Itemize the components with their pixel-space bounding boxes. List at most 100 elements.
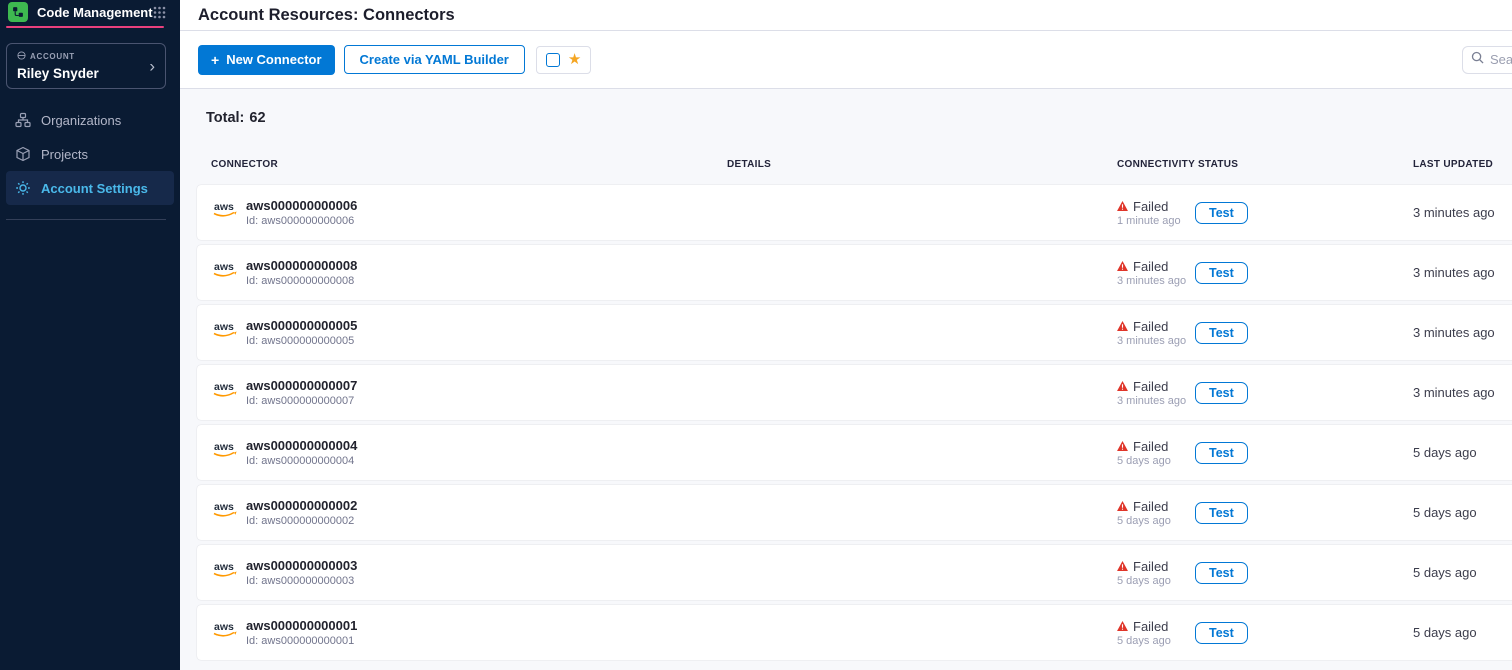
search-box[interactable] <box>1462 46 1512 74</box>
test-button[interactable]: Test <box>1195 622 1248 644</box>
favorites-checkbox[interactable] <box>546 53 560 67</box>
status-label: Failed <box>1133 499 1168 514</box>
status-label: Failed <box>1133 259 1168 274</box>
test-button[interactable]: Test <box>1195 322 1248 344</box>
sidebar-item-projects[interactable]: Projects <box>6 137 174 171</box>
new-connector-button[interactable]: + New Connector <box>198 45 335 75</box>
status-time: 1 minute ago <box>1117 215 1195 227</box>
total-count: Total: 62 <box>206 110 1512 126</box>
column-connector: CONNECTOR <box>197 159 727 170</box>
table-row[interactable]: aws aws000000000007 Id: aws000000000007 … <box>197 365 1512 420</box>
connector-id: Id: aws000000000008 <box>246 275 357 287</box>
account-icon <box>17 51 26 62</box>
connector-id: Id: aws000000000006 <box>246 215 357 227</box>
table-row[interactable]: aws aws000000000008 Id: aws000000000008 … <box>197 245 1512 300</box>
last-updated: 3 minutes ago <box>1413 325 1512 340</box>
test-button[interactable]: Test <box>1195 562 1248 584</box>
test-button[interactable]: Test <box>1195 382 1248 404</box>
search-icon <box>1471 51 1484 69</box>
connector-id: Id: aws000000000005 <box>246 335 357 347</box>
test-button[interactable]: Test <box>1195 442 1248 464</box>
aws-logo-icon: aws <box>211 500 239 525</box>
code-management-logo-icon[interactable] <box>8 2 28 22</box>
toolbar: + New Connector Create via YAML Builder … <box>180 31 1512 89</box>
sidebar-item-label: Organizations <box>41 113 121 128</box>
connector-name: aws000000000001 <box>246 618 357 633</box>
svg-text:aws: aws <box>214 441 234 453</box>
module-accent-line <box>6 26 164 28</box>
svg-text:aws: aws <box>214 501 234 513</box>
sidebar-item-account-settings[interactable]: Account Settings <box>6 171 174 205</box>
sidebar-nav: Organizations Projects Account Settings <box>6 103 174 205</box>
total-value: 62 <box>249 110 265 126</box>
warning-triangle-icon <box>1117 379 1128 394</box>
aws-logo-icon: aws <box>211 320 239 345</box>
svg-text:aws: aws <box>214 621 234 633</box>
warning-triangle-icon <box>1117 319 1128 334</box>
status-label: Failed <box>1133 559 1168 574</box>
status-time: 3 minutes ago <box>1117 275 1195 287</box>
plus-icon: + <box>211 52 219 68</box>
aws-logo-icon: aws <box>211 260 239 285</box>
column-details: DETAILS <box>727 159 1117 170</box>
status-time: 5 days ago <box>1117 455 1195 467</box>
status-time: 3 minutes ago <box>1117 335 1195 347</box>
last-updated: 3 minutes ago <box>1413 265 1512 280</box>
svg-text:aws: aws <box>214 381 234 393</box>
connector-id: Id: aws000000000007 <box>246 395 357 407</box>
last-updated: 5 days ago <box>1413 445 1512 460</box>
last-updated: 5 days ago <box>1413 505 1512 520</box>
table-body: aws aws000000000006 Id: aws000000000006 … <box>197 185 1512 660</box>
table-row[interactable]: aws aws000000000005 Id: aws000000000005 … <box>197 305 1512 360</box>
connector-name: aws000000000006 <box>246 198 357 213</box>
test-button[interactable]: Test <box>1195 202 1248 224</box>
module-switcher-grid-icon[interactable] <box>153 6 166 19</box>
main-content: Account Resources: Connectors + New Conn… <box>180 0 1512 670</box>
warning-triangle-icon <box>1117 439 1128 454</box>
favorites-filter-group[interactable]: ★ <box>536 46 591 74</box>
account-name: Riley Snyder <box>17 66 155 81</box>
column-connectivity-status: CONNECTIVITY STATUS <box>1117 159 1413 170</box>
connector-id: Id: aws000000000002 <box>246 515 357 527</box>
status-label: Failed <box>1133 319 1168 334</box>
status-label: Failed <box>1133 199 1168 214</box>
connectors-list-section: Total: 62 CONNECTOR DETAILS CONNECTIVITY… <box>180 89 1512 660</box>
table-row[interactable]: aws aws000000000003 Id: aws000000000003 … <box>197 545 1512 600</box>
connector-name: aws000000000008 <box>246 258 357 273</box>
page-title: Account Resources: Connectors <box>198 6 455 25</box>
warning-triangle-icon <box>1117 499 1128 514</box>
status-time: 5 days ago <box>1117 635 1195 647</box>
warning-triangle-icon <box>1117 619 1128 634</box>
table-row[interactable]: aws aws000000000004 Id: aws000000000004 … <box>197 425 1512 480</box>
aws-logo-icon: aws <box>211 440 239 465</box>
connector-name: aws000000000007 <box>246 378 357 393</box>
connector-name: aws000000000005 <box>246 318 357 333</box>
connector-id: Id: aws000000000004 <box>246 455 357 467</box>
aws-logo-icon: aws <box>211 560 239 585</box>
account-selector[interactable]: ACCOUNT Riley Snyder › <box>6 43 166 89</box>
svg-text:aws: aws <box>214 261 234 273</box>
column-last-updated: LAST UPDATED <box>1413 159 1512 170</box>
status-label: Failed <box>1133 619 1168 634</box>
aws-logo-icon: aws <box>211 380 239 405</box>
yaml-builder-button[interactable]: Create via YAML Builder <box>344 45 525 74</box>
test-button[interactable]: Test <box>1195 502 1248 524</box>
sidebar-divider <box>6 219 166 220</box>
test-button[interactable]: Test <box>1195 262 1248 284</box>
chevron-right-icon: › <box>149 58 155 75</box>
projects-cube-icon <box>15 146 31 162</box>
warning-triangle-icon <box>1117 559 1128 574</box>
svg-text:aws: aws <box>214 561 234 573</box>
warning-triangle-icon <box>1117 199 1128 214</box>
table-row[interactable]: aws aws000000000006 Id: aws000000000006 … <box>197 185 1512 240</box>
svg-text:aws: aws <box>214 321 234 333</box>
table-row[interactable]: aws aws000000000002 Id: aws000000000002 … <box>197 485 1512 540</box>
status-time: 3 minutes ago <box>1117 395 1195 407</box>
table-row[interactable]: aws aws000000000001 Id: aws000000000001 … <box>197 605 1512 660</box>
star-icon: ★ <box>568 52 581 67</box>
sidebar-item-label: Account Settings <box>41 181 148 196</box>
status-label: Failed <box>1133 439 1168 454</box>
search-input[interactable] <box>1490 52 1512 67</box>
sidebar-item-organizations[interactable]: Organizations <box>6 103 174 137</box>
status-time: 5 days ago <box>1117 575 1195 587</box>
